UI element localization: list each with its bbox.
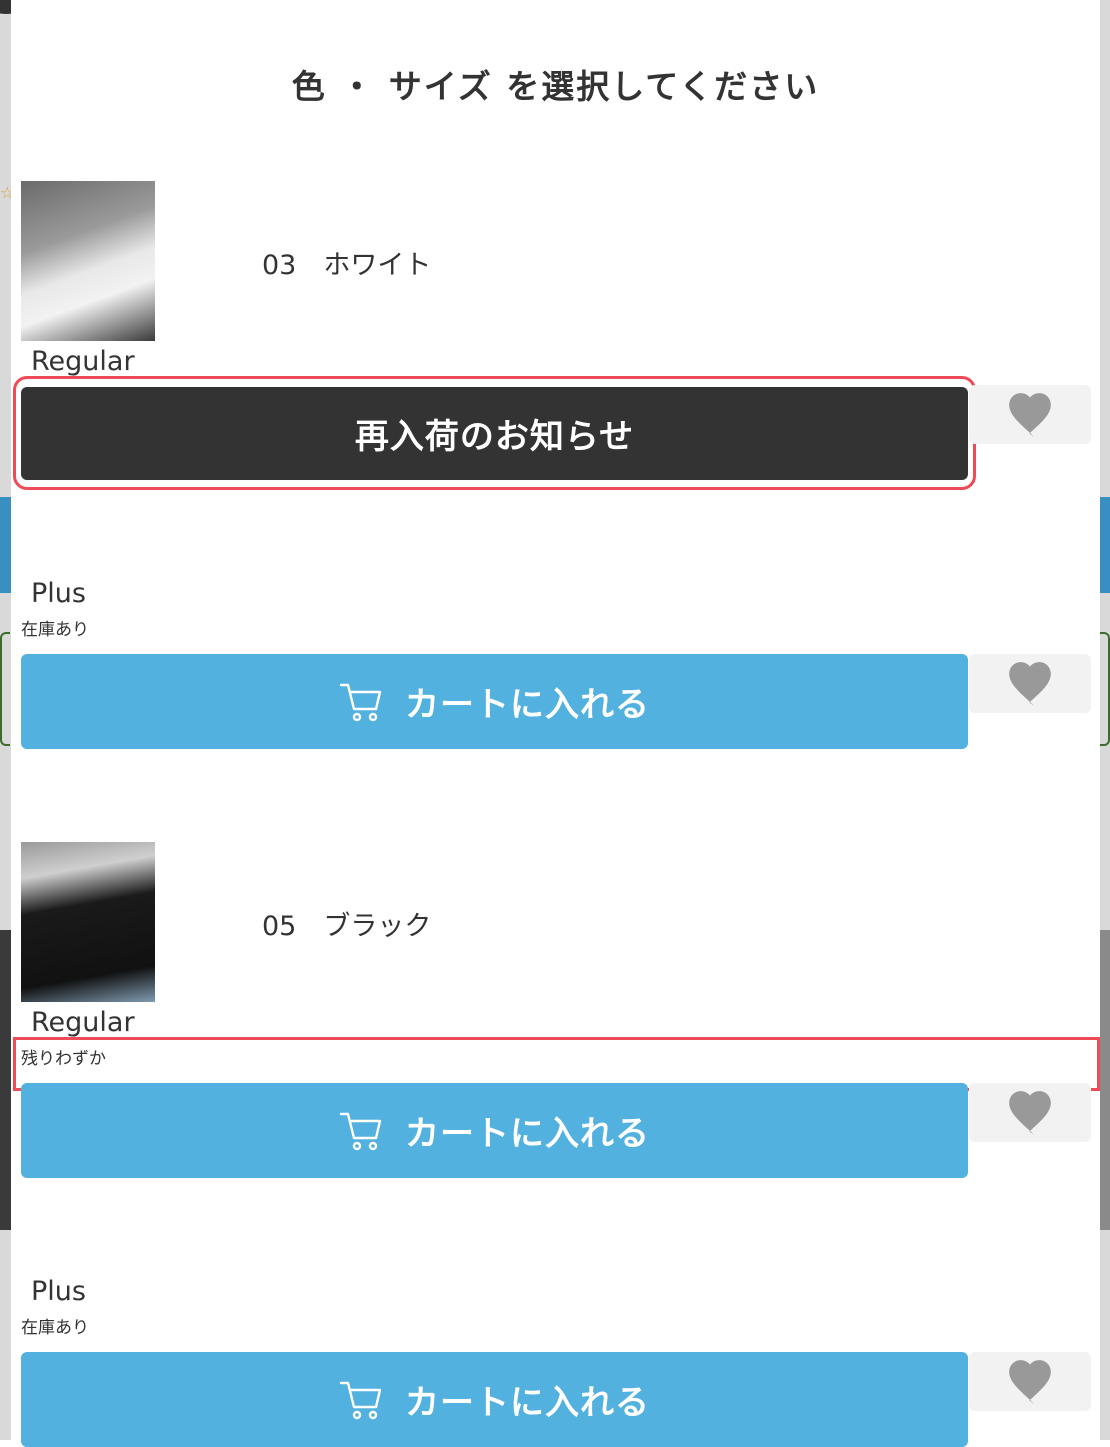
size-label: Regular [31, 346, 135, 377]
size-label: Plus [31, 1276, 86, 1307]
heart-icon [1009, 661, 1051, 706]
button-label: カートに入れる [405, 1383, 650, 1423]
color-size-modal: 色 ・ サイズ を選択してください 03 ホワイト Regular 再入荷のお知… [11, 0, 1100, 1447]
button-label: カートに入れる [405, 685, 650, 725]
add-to-cart-button[interactable]: カートに入れる [21, 654, 968, 749]
heart-icon [1009, 1090, 1051, 1135]
favorite-button[interactable] [969, 654, 1091, 713]
add-to-cart-button[interactable]: カートに入れる [21, 1083, 968, 1178]
background-banner-left [0, 497, 11, 593]
cart-icon [339, 1381, 382, 1419]
size-label: Regular [31, 1007, 135, 1038]
highlight-box [13, 376, 976, 490]
favorite-button[interactable] [969, 385, 1091, 444]
button-label: カートに入れる [405, 1114, 650, 1154]
background-banner-right [1100, 497, 1110, 593]
color-name: 03 ホワイト [262, 250, 432, 281]
background-image-left [0, 930, 11, 1230]
star-icon: ☆ [0, 183, 15, 202]
stock-status: 在庫あり [21, 1318, 89, 1338]
cart-icon [339, 1112, 382, 1150]
favorite-button[interactable] [969, 1352, 1091, 1411]
cart-icon [339, 683, 382, 721]
add-to-cart-button[interactable]: カートに入れる [21, 1352, 968, 1447]
background-box-right [1100, 632, 1110, 746]
modal-title: 色 ・ サイズ を選択してください [291, 67, 820, 106]
heart-icon [1009, 1359, 1051, 1404]
product-thumbnail-white [21, 181, 155, 341]
product-thumbnail-black [21, 842, 155, 1002]
color-name: 05 ブラック [262, 911, 432, 942]
favorite-button[interactable] [969, 1083, 1091, 1142]
size-label: Plus [31, 578, 86, 609]
stock-status: 在庫あり [21, 620, 89, 640]
heart-icon [1009, 392, 1051, 437]
background-box-left [0, 632, 10, 746]
background-image-right [1100, 930, 1110, 1230]
